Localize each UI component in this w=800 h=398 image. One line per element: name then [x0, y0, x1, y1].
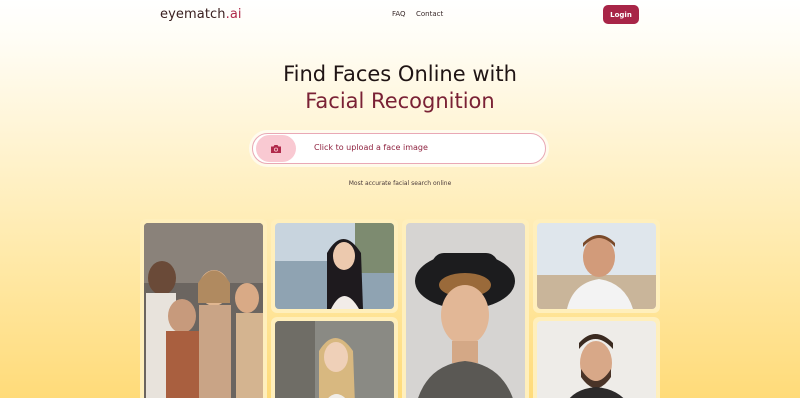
hero-title-line1: Find Faces Online with	[283, 62, 517, 86]
gallery-card-group[interactable]	[140, 219, 267, 398]
logo-main: eyematch	[160, 7, 226, 22]
gallery-card-blonde-woman[interactable]	[271, 317, 398, 398]
upload-label: Click to upload a face image	[314, 143, 428, 152]
blonde-woman-photo	[275, 321, 394, 398]
smiling-man-beach-photo	[537, 223, 656, 309]
group-friends-photo	[144, 223, 263, 398]
logo[interactable]: eyematch.ai	[160, 7, 242, 22]
nav-link-contact[interactable]: Contact	[416, 10, 443, 18]
gallery-card-bearded-man[interactable]	[533, 317, 660, 398]
logo-suffix: .ai	[225, 7, 242, 22]
tagline: Most accurate facial search online	[348, 180, 452, 187]
upload-face-button[interactable]: Click to upload a face image	[252, 133, 546, 164]
login-button[interactable]: Login	[603, 5, 639, 24]
camera-icon	[256, 135, 296, 162]
hero-title-line2: Facial Recognition	[305, 89, 495, 113]
hero-title: Find Faces Online with Facial Recognitio…	[0, 61, 800, 115]
bearded-man-photo	[537, 321, 656, 398]
gallery-card-smiling-man[interactable]	[533, 219, 660, 313]
nav-link-faq[interactable]: FAQ	[392, 10, 406, 18]
top-nav: eyematch.ai FAQ Contact Login	[0, 0, 800, 30]
gallery-card-woman-seaside[interactable]	[271, 219, 398, 313]
gallery-card-curly-hat-man[interactable]	[402, 219, 529, 398]
woman-seaside-photo	[275, 223, 394, 309]
curly-hat-man-photo	[406, 223, 525, 398]
